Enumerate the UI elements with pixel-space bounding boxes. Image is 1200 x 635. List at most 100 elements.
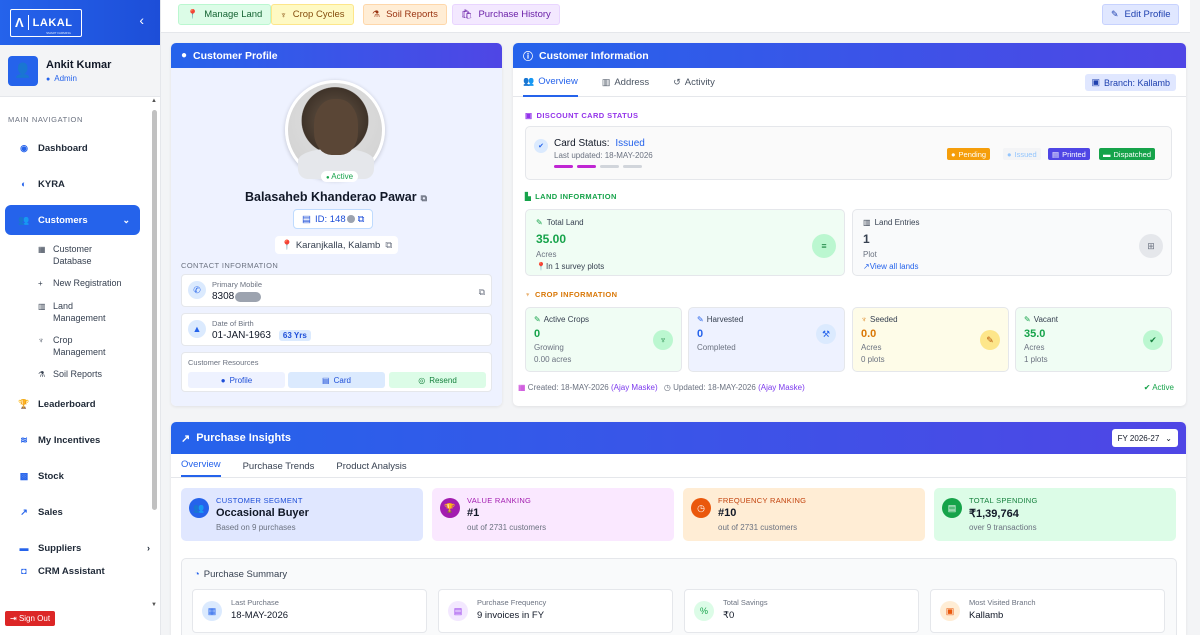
chart-line-icon: ↗ — [20, 506, 28, 517]
flask-icon: ⚗ — [372, 9, 381, 19]
tab-label: Overview — [538, 75, 578, 87]
sign-out-button[interactable]: ⇥ Sign Out — [5, 611, 56, 626]
copy-icon[interactable]: ⧉ — [385, 240, 392, 251]
copy-icon[interactable]: ⧉ — [479, 287, 485, 298]
view-all-lands-link[interactable]: ↗View all lands — [863, 262, 918, 271]
status-tag-dispatched: ▬ Dispatched — [1099, 148, 1156, 160]
resend-button[interactable]: ◎ Resend — [389, 372, 486, 388]
page-scrollbar[interactable] — [1190, 0, 1200, 635]
progress-step-3 — [600, 165, 619, 168]
customer-id-chip[interactable]: ▤ ID: 148 ⧉ — [293, 209, 374, 229]
crop-cycles-button[interactable]: ♆ Crop Cycles — [271, 4, 354, 25]
customer-name: Balasaheb Khanderao Pawar ⧉ — [171, 190, 501, 204]
nav-item-stock[interactable]: ▩ Stock — [0, 458, 160, 494]
insight-value-ranking: 🏆 VALUE RANKING #1 out of 2731 customers — [432, 488, 674, 541]
scrollbar-thumb[interactable] — [152, 110, 157, 510]
total-land-label: ✎ Total Land — [536, 218, 584, 227]
edit-profile-button[interactable]: ✎ Edit Profile — [1102, 4, 1180, 25]
summary-most-visited-branch: ▣ Most Visited Branch Kallamb — [930, 589, 1165, 633]
insight-value: Occasional Buyer — [216, 507, 309, 519]
insight-sub: over 9 transactions — [969, 523, 1037, 532]
nav-item-suppliers[interactable]: ▬ Suppliers › — [0, 530, 160, 566]
user-icon: 👤 — [8, 55, 38, 86]
whatsapp-icon: ◎ — [418, 375, 426, 385]
clock-icon: ◷ — [663, 383, 671, 392]
check-circle-icon: ✔ — [1143, 330, 1163, 350]
total-land-label-text: Total Land — [546, 218, 584, 227]
tab-activity[interactable]: ↺ Activity — [673, 68, 715, 97]
active-status-text: Active — [1152, 383, 1174, 392]
purchase-history-button[interactable]: 🛍 Purchase History — [452, 4, 560, 25]
user-profile-box[interactable]: 👤 Ankit Kumar Admin — [0, 45, 160, 97]
sidebar-header: Λ LAKAL SMART FARMING ‹ — [0, 0, 160, 45]
card-status-value: Issued — [615, 138, 645, 149]
crop-sub2: 0.00 acres — [534, 355, 572, 364]
sidebar-scrollbar[interactable]: ▲ ▼ — [150, 98, 158, 608]
nav-item-sales[interactable]: ↗ Sales — [0, 494, 160, 530]
total-land-card: ✎ Total Land 35.00 Acres 📍In 1 survey plo… — [525, 209, 845, 276]
tab-overview[interactable]: 👥 Overview — [523, 68, 578, 97]
customer-name-text: Balasaheb Khanderao Pawar — [244, 190, 417, 204]
map-pin-icon: 📍 — [536, 262, 546, 271]
check-circle-icon: ✔ — [1143, 383, 1151, 392]
card-button[interactable]: ▤ Card — [288, 372, 385, 388]
nav-label: My Incentives — [38, 434, 101, 446]
sub-item-crop-management[interactable]: ♆ Crop Management — [0, 329, 160, 363]
chevron-left-icon[interactable]: ‹ — [139, 12, 144, 28]
trophy-icon: 🏆 — [18, 398, 30, 409]
land-entries-unit: Plot — [863, 250, 877, 259]
customer-profile-header: ● Customer Profile — [171, 43, 502, 68]
sub-item-new-registration[interactable]: + New Registration — [0, 272, 160, 295]
location-chip: 📍 Karanjkalla, Kalamb ⧉ — [275, 236, 399, 254]
crop-card-vacant: ✎ Vacant 35.0 Acres 1 plots ✔ — [1015, 307, 1172, 372]
contact-heading: CONTACT INFORMATION — [181, 261, 279, 270]
crop-heading-text: CROP INFORMATION — [535, 290, 618, 299]
tab-purchase-trends[interactable]: Purchase Trends — [243, 461, 315, 477]
crop-sub2: 1 plots — [1024, 355, 1048, 364]
sub-label: New Registration — [53, 278, 122, 288]
chevron-down-icon: ⌄ — [1165, 433, 1172, 443]
info-tabs: 👥 Overview ▥ Address ↺ Activity ▣ Branch: Ka… — [513, 68, 1186, 97]
clock-icon: ◷ — [691, 498, 711, 518]
created-text: Created: 18-MAY-2026 — [527, 383, 609, 392]
tab-label: Activity — [684, 76, 715, 88]
copy-icon[interactable]: ⧉ — [358, 214, 365, 225]
nav-item-leaderboard[interactable]: 🏆 Leaderboard — [0, 386, 160, 422]
scroll-down-icon[interactable]: ▼ — [151, 602, 157, 608]
manage-land-button[interactable]: 📍 Manage Land — [178, 4, 272, 25]
user-name: Ankit Kumar — [46, 58, 112, 71]
nav-item-customers[interactable]: 👥 Customers ⌄ — [5, 205, 140, 235]
updated-text: Updated: 18-MAY-2026 — [673, 383, 756, 392]
crop-label-text: Seeded — [870, 315, 898, 324]
soil-reports-button[interactable]: ⚗ Soil Reports — [363, 4, 447, 25]
sub-item-soil-reports[interactable]: ⚗ Soil Reports — [0, 363, 160, 386]
land-entries-card: ▥ Land Entries 1 Plot ↗View all lands ⊞ — [852, 209, 1172, 276]
user-role: Admin — [46, 74, 111, 83]
sub-item-land-management[interactable]: ▥ Land Management — [0, 295, 160, 329]
tab-address[interactable]: ▥ Address — [602, 68, 649, 97]
check-icon: ● — [1007, 149, 1012, 159]
nav-item-crm-assistant[interactable]: ◘ CRM Assistant — [0, 566, 160, 580]
tab-overview[interactable]: Overview — [181, 459, 221, 477]
status-tag-issued: ● Issued — [1003, 148, 1041, 160]
harvested-label: ✎ Harvested — [697, 315, 743, 324]
map-pin-icon: 📍 — [281, 239, 293, 251]
scroll-up-icon[interactable]: ▲ — [151, 98, 157, 104]
tab-product-analysis[interactable]: Product Analysis — [336, 461, 406, 477]
seed-icon: ✎ — [980, 330, 1000, 350]
insights-tabs: Overview Purchase Trends Product Analysi… — [171, 454, 1186, 478]
profile-button[interactable]: ● Profile — [188, 372, 285, 388]
seedling-icon: ♆ — [525, 290, 532, 299]
crop-label-text: Harvested — [706, 315, 744, 324]
status-tag-label: Issued — [1014, 149, 1037, 159]
sub-item-customer-database[interactable]: ▦ Customer Database — [0, 238, 160, 272]
nav-item-dashboard[interactable]: ◉ Dashboard — [0, 130, 160, 166]
nav-item-my-incentives[interactable]: ≋ My Incentives — [0, 422, 160, 458]
brand-logo[interactable]: Λ LAKAL SMART FARMING — [10, 8, 82, 37]
insight-label: CUSTOMER SEGMENT — [216, 496, 303, 505]
users-icon: 👥 — [523, 75, 535, 86]
copy-icon[interactable]: ⧉ — [421, 193, 427, 203]
nav-item-kyra[interactable]: ◐ KYRA — [0, 166, 160, 202]
insight-label: FREQUENCY RANKING — [718, 496, 807, 505]
fy-select[interactable]: FY 2026-27 ⌄ — [1111, 429, 1178, 447]
